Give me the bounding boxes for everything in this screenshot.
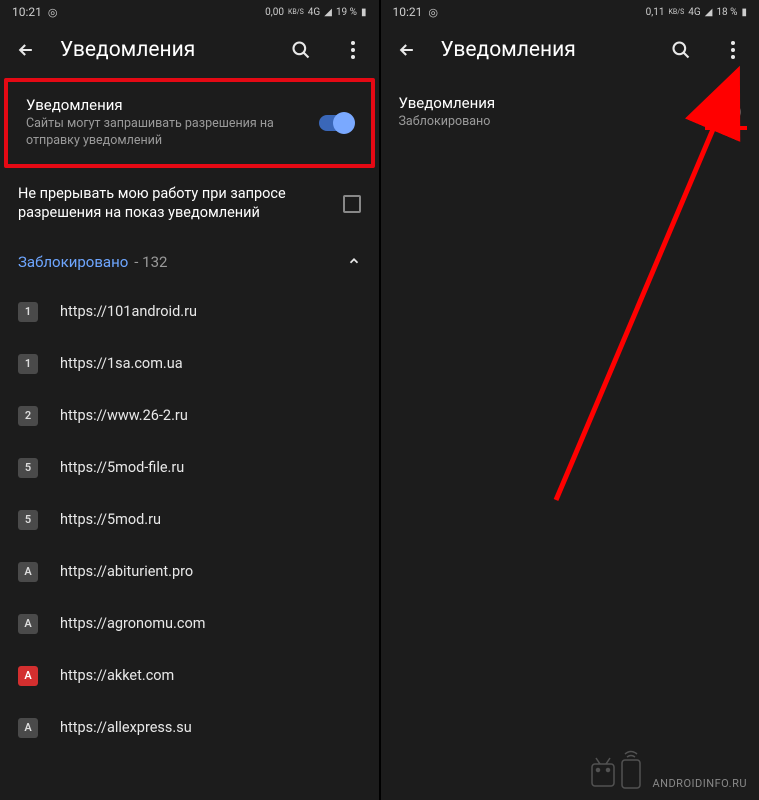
site-url: https://allexpress.su [60,719,192,736]
status-app-icon: ◎ [48,6,58,19]
status-net: 4G [308,7,320,18]
appbar-title: Уведомления [60,38,267,62]
status-speed: 0,00 [265,7,284,18]
status-time: 10:21 [12,5,42,19]
site-url: https://abiturient.pro [60,563,193,580]
site-url: https://akket.com [60,667,174,684]
notifications-master-row[interactable]: Уведомления Заблокировано [381,76,759,145]
statusbar: 10:21 ◎ 0,11 KB/S 4G ◢ 18 % ▮ [381,0,759,24]
phone-right: 10:21 ◎ 0,11 KB/S 4G ◢ 18 % ▮ Уведомлени… [381,0,759,800]
content: Уведомления Заблокировано [381,76,759,800]
annotation-underline [705,126,747,130]
notifications-toggle[interactable] [707,104,741,120]
site-row[interactable]: Ahttps://abiturient.pro [0,546,379,598]
appbar-title: Уведомления [441,38,648,62]
back-button[interactable] [389,32,425,68]
more-button[interactable] [335,32,371,68]
search-button[interactable] [283,32,319,68]
status-speed-unit: KB/S [288,8,304,16]
phone-left: 10:21 ◎ 0,00 KB/S 4G ◢ 19 % ▮ Уведомлени… [0,0,379,800]
site-row[interactable]: Ahttps://akket.com [0,650,379,702]
appbar: Уведомления [0,24,379,76]
site-row[interactable]: 5 https://5mod-file.ru [0,442,379,494]
status-time: 10:21 [393,5,423,19]
site-url: https://agronomu.com [60,615,205,632]
back-button[interactable] [8,32,44,68]
status-battery: 19 % [336,7,357,18]
signal-icon: ◢ [705,7,713,18]
status-battery: 18 % [716,7,737,18]
site-favicon: A [18,718,38,738]
site-row[interactable]: 1 https://1sa.com.ua [0,338,379,390]
quiet-checkbox[interactable] [343,195,361,213]
notifications-master-row[interactable]: Уведомления Сайты могут запрашивать разр… [4,78,375,168]
blocked-section-header[interactable]: Заблокировано - 132 [0,239,379,286]
site-row[interactable]: 1 https://101android.ru [0,286,379,338]
appbar: Уведомления [381,24,759,76]
notifications-title: Уведомления [399,94,696,112]
site-row[interactable]: Ahttps://allexpress.su [0,702,379,754]
site-url: https://5mod.ru [60,511,161,528]
chevron-up-icon [347,253,361,272]
status-speed: 0,11 [646,7,665,18]
site-url: https://www.26-2.ru [60,407,188,424]
status-net: 4G [688,7,700,18]
signal-icon: ◢ [324,7,332,18]
site-favicon: 1 [18,302,38,322]
notifications-title: Уведомления [26,96,307,114]
site-row[interactable]: 5 https://5mod.ru [0,494,379,546]
site-favicon: 5 [18,458,38,478]
site-favicon: 5 [18,510,38,530]
site-row[interactable]: 2 https://www.26-2.ru [0,390,379,442]
status-speed-unit: KB/S [668,8,684,16]
notifications-desc: Сайты могут запрашивать разрешения на от… [26,116,307,150]
site-favicon: 2 [18,406,38,426]
site-url: https://5mod-file.ru [60,459,184,476]
watermark-text: ANDROIDINFO.RU [652,777,747,790]
notifications-desc: Заблокировано [399,114,696,131]
search-button[interactable] [663,32,699,68]
status-app-icon: ◎ [428,6,438,19]
site-favicon: A [18,562,38,582]
notifications-toggle[interactable] [319,115,353,131]
site-favicon: 1 [18,354,38,374]
battery-icon: ▮ [361,7,367,18]
site-favicon: A [18,614,38,634]
blocked-label: Заблокировано [18,253,128,271]
quiet-label: Не прерывать мою работу при запросе разр… [18,184,331,223]
blocked-sites-list: 1 https://101android.ru 1 https://1sa.com.u… [0,286,379,754]
more-button[interactable] [715,32,751,68]
site-url: https://1sa.com.ua [60,355,183,372]
content: Уведомления Сайты могут запрашивать разр… [0,76,379,800]
site-row[interactable]: Ahttps://agronomu.com [0,598,379,650]
site-url: https://101android.ru [60,303,197,320]
quiet-row[interactable]: Не прерывать мою работу при запросе разр… [0,170,379,239]
statusbar: 10:21 ◎ 0,00 KB/S 4G ◢ 19 % ▮ [0,0,379,24]
watermark: ANDROIDINFO.RU [590,750,747,790]
battery-icon: ▮ [741,7,747,18]
site-favicon: A [18,666,38,686]
blocked-count: - 132 [134,253,167,271]
